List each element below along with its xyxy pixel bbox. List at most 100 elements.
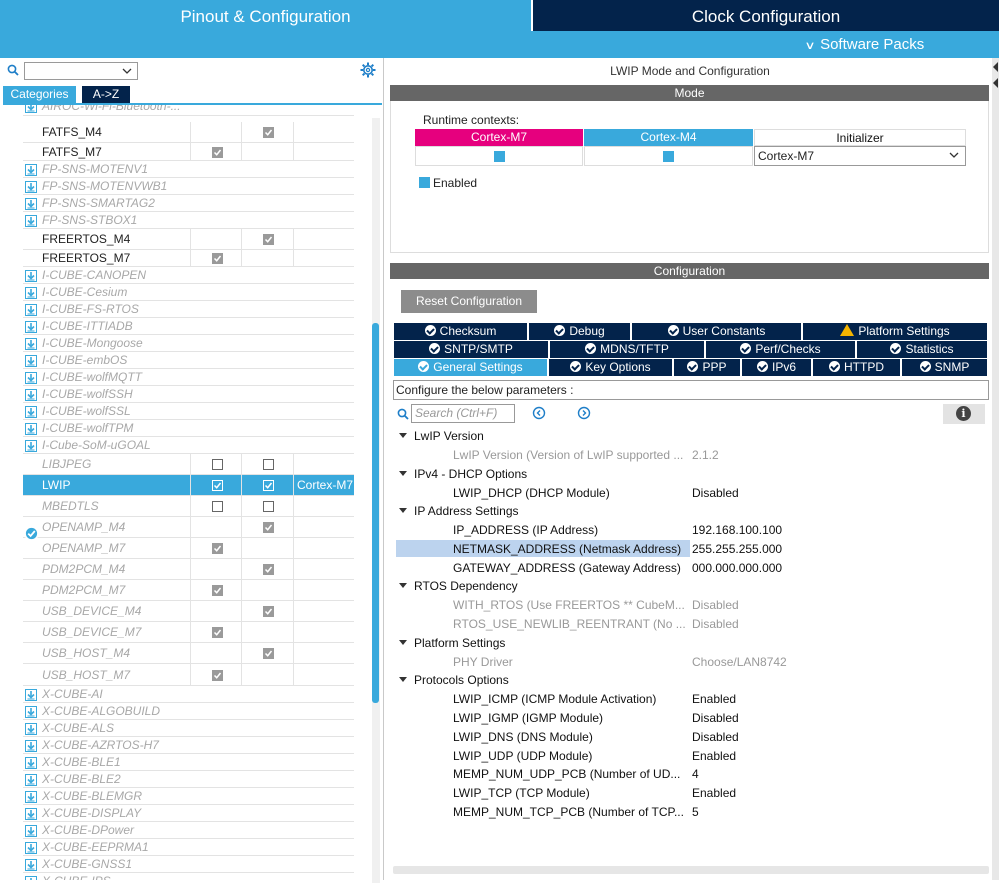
param-value[interactable]: Enabled <box>692 786 736 800</box>
param-name[interactable]: LWIP_ICMP (ICMP Module Activation) <box>453 692 693 706</box>
info-button[interactable]: i <box>943 404 985 424</box>
param-value[interactable]: Choose/LAN8742 <box>692 655 787 669</box>
software-packs-menu[interactable]: ∨ Software Packs <box>804 36 924 53</box>
m4-checkbox[interactable] <box>263 234 274 245</box>
param-group[interactable]: LwIP Version <box>399 429 484 443</box>
list-item[interactable]: X-CUBE-ALGOBUILD <box>23 703 354 720</box>
param-group[interactable]: IP Address Settings <box>399 504 519 518</box>
search-combo[interactable] <box>24 62 138 80</box>
tab-platform-settings[interactable]: Platform Settings <box>803 323 987 340</box>
list-item[interactable]: USB_HOST_M7 <box>23 664 354 686</box>
next-arrow-icon[interactable] <box>577 406 591 420</box>
list-item[interactable]: I-CUBE-CANOPEN <box>23 267 354 284</box>
tab-snmp[interactable]: SNMP <box>902 359 987 376</box>
param-value[interactable]: 2.1.2 <box>692 448 719 462</box>
list-item[interactable]: USB_HOST_M4 <box>23 643 354 664</box>
param-value[interactable]: Enabled <box>692 749 736 763</box>
param-name[interactable]: RTOS_USE_NEWLIB_REENTRANT (No ... <box>453 617 693 631</box>
tab-debug[interactable]: Debug <box>529 323 630 340</box>
list-item[interactable]: FREERTOS_M4 <box>23 229 354 250</box>
m7-checkbox[interactable] <box>212 627 223 638</box>
list-item[interactable]: I-CUBE-wolfSSH <box>23 386 354 403</box>
tab-categories[interactable]: Categories <box>3 86 76 103</box>
param-value[interactable]: 255.255.255.000 <box>692 542 782 556</box>
param-value[interactable]: Enabled <box>692 692 736 706</box>
param-name[interactable]: IP_ADDRESS (IP Address) <box>453 523 693 537</box>
right-horizontal-scrollbar[interactable] <box>393 866 989 874</box>
param-name[interactable]: LWIP_TCP (TCP Module) <box>453 786 693 800</box>
list-item[interactable]: USB_DEVICE_M4 <box>23 601 354 622</box>
param-name[interactable]: GATEWAY_ADDRESS (Gateway Address) <box>453 561 693 575</box>
param-name[interactable]: MEMP_NUM_UDP_PCB (Number of UD... <box>453 767 693 781</box>
list-item[interactable]: X-CUBE-BLE1 <box>23 754 354 771</box>
m7-checkbox[interactable] <box>212 253 223 264</box>
list-item[interactable]: OPENAMP_M4 <box>23 517 354 538</box>
tab-clock-configuration[interactable]: Clock Configuration <box>533 0 999 31</box>
list-item[interactable]: OPENAMP_M7 <box>23 538 354 559</box>
list-item[interactable]: X-CUBE-IPS <box>23 873 354 880</box>
tab-key-options[interactable]: Key Options <box>549 359 672 376</box>
m7-checkbox[interactable] <box>212 146 223 158</box>
param-value[interactable]: 5 <box>692 805 699 819</box>
list-item[interactable]: I-CUBE-embOS <box>23 352 354 369</box>
tab-httpd[interactable]: HTTPD <box>813 359 900 376</box>
list-item[interactable]: X-CUBE-AZRTOS-H7 <box>23 737 354 754</box>
search-icon[interactable] <box>7 64 19 76</box>
list-item[interactable]: X-CUBE-BLEMGR <box>23 788 354 805</box>
list-item[interactable]: I-Cube-SoM-uGOAL <box>23 437 354 454</box>
list-item[interactable]: X-CUBE-DPower <box>23 822 354 839</box>
list-item[interactable]: I-CUBE-wolfMQTT <box>23 369 354 386</box>
ctx-m4-checkbox[interactable] <box>663 151 674 162</box>
list-item[interactable]: FP-SNS-MOTENV1 <box>23 161 354 178</box>
list-item[interactable]: X-CUBE-AI <box>23 686 354 703</box>
param-group[interactable]: RTOS Dependency <box>399 579 518 593</box>
list-item[interactable]: USB_DEVICE_M7 <box>23 622 354 643</box>
param-name[interactable]: MEMP_NUM_TCP_PCB (Number of TCP... <box>453 805 693 819</box>
list-item[interactable]: FATFS_M4 <box>23 122 354 143</box>
param-value[interactable]: Disabled <box>692 711 739 725</box>
m7-checkbox[interactable] <box>212 501 223 512</box>
initializer-select[interactable]: Cortex-M7 <box>754 146 966 166</box>
tab-pinout-configuration[interactable]: Pinout & Configuration <box>0 0 531 31</box>
m4-checkbox[interactable] <box>263 648 274 659</box>
m4-checkbox[interactable] <box>263 606 274 617</box>
gear-icon[interactable] <box>360 62 376 78</box>
previous-arrow-icon[interactable] <box>532 406 546 420</box>
param-value[interactable]: 000.000.000.000 <box>692 561 782 575</box>
search-icon[interactable] <box>397 408 409 420</box>
m4-checkbox[interactable] <box>263 501 274 512</box>
param-name[interactable]: LWIP_IGMP (IGMP Module) <box>453 711 693 725</box>
m7-checkbox[interactable] <box>212 543 223 554</box>
list-item[interactable]: PDM2PCM_M7 <box>23 580 354 601</box>
list-item[interactable]: X-CUBE-GNSS1 <box>23 856 354 873</box>
tab-sntp-smtp[interactable]: SNTP/SMTP <box>394 341 548 358</box>
list-item[interactable]: MBEDTLS <box>23 496 354 517</box>
m4-checkbox[interactable] <box>263 522 274 533</box>
tab-ppp[interactable]: PPP <box>674 359 740 376</box>
list-item[interactable]: FP-SNS-SMARTAG2 <box>23 195 354 212</box>
param-name[interactable]: WITH_RTOS (Use FREERTOS ** CubeM... <box>453 598 693 612</box>
tab-ipv6[interactable]: IPv6 <box>742 359 811 376</box>
tab-checksum[interactable]: Checksum <box>394 323 527 340</box>
list-item[interactable]: X-CUBE-ALS <box>23 720 354 737</box>
ctx-m7-checkbox[interactable] <box>493 151 505 162</box>
list-item[interactable]: I-CUBE-ITTIADB <box>23 318 354 335</box>
list-item[interactable]: LWIP Cortex-M7 <box>23 475 354 496</box>
list-item[interactable]: FP-SNS-MOTENVWB1 <box>23 178 354 195</box>
list-item[interactable]: I-CUBE-wolfSSL <box>23 403 354 420</box>
param-name[interactable]: LwIP Version (Version of LwIP supported … <box>453 448 693 462</box>
m4-checkbox[interactable] <box>263 480 274 491</box>
param-group[interactable]: IPv4 - DHCP Options <box>399 467 527 481</box>
tab-general-settings[interactable]: General Settings <box>394 359 547 376</box>
param-value[interactable]: Disabled <box>692 617 739 631</box>
m7-checkbox[interactable] <box>212 459 223 470</box>
param-value[interactable]: Disabled <box>692 730 739 744</box>
param-group[interactable]: Protocols Options <box>399 673 509 687</box>
param-value[interactable]: 4 <box>692 767 699 781</box>
m7-checkbox[interactable] <box>212 480 223 491</box>
m7-checkbox[interactable] <box>212 585 223 596</box>
tab-mdns-tftp[interactable]: MDNS/TFTP <box>550 341 704 358</box>
param-value[interactable]: Disabled <box>692 486 739 500</box>
enabled-checkbox[interactable] <box>419 177 430 188</box>
list-item[interactable]: X-CUBE-BLE2 <box>23 771 354 788</box>
